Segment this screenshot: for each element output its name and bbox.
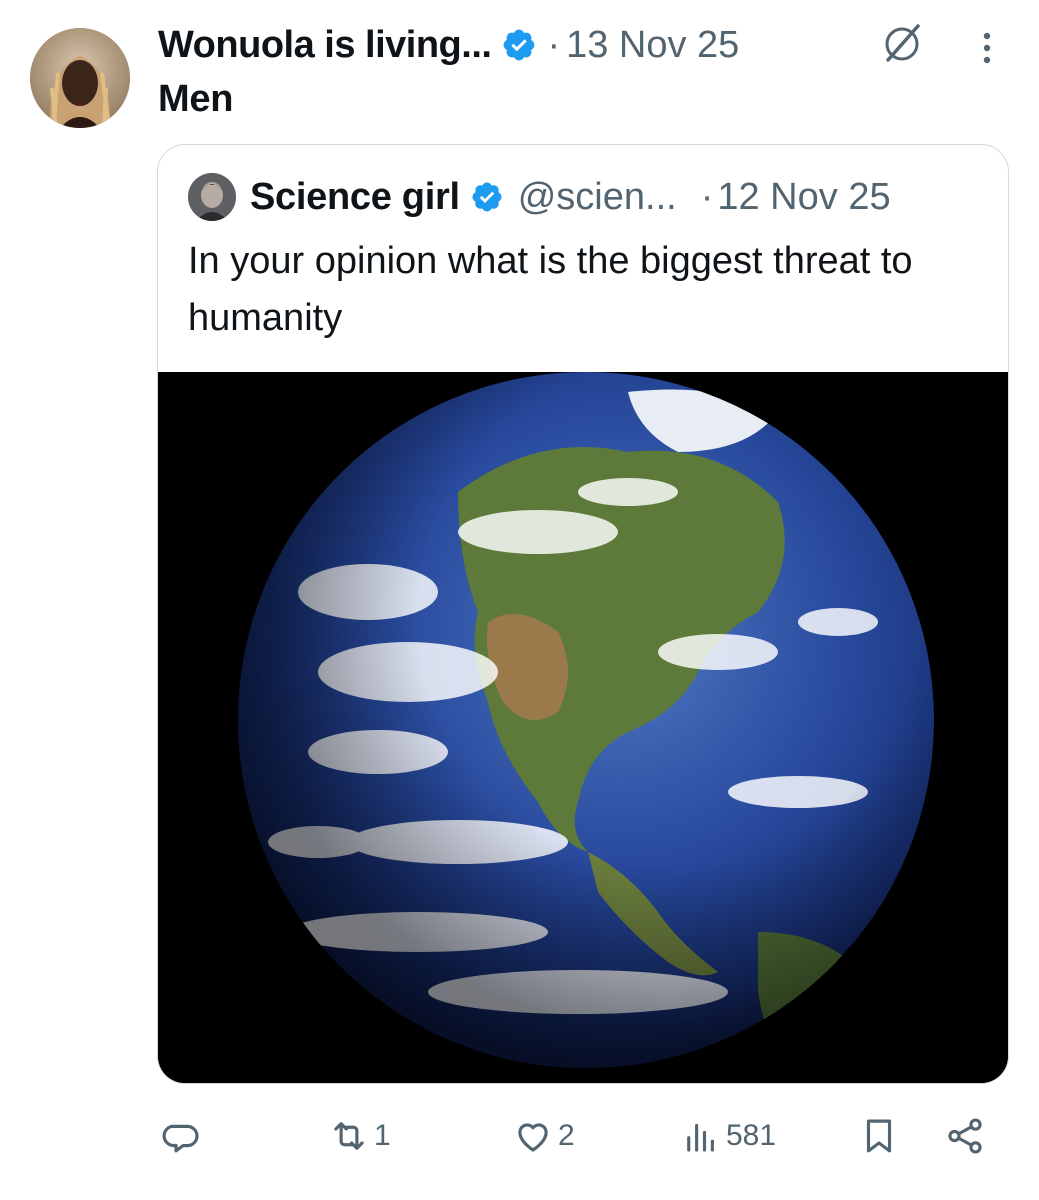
quoted-author-name[interactable]: Science girl bbox=[250, 176, 460, 219]
like-button[interactable]: 2 bbox=[512, 1114, 575, 1158]
heart-icon bbox=[512, 1115, 554, 1157]
views-icon bbox=[680, 1115, 722, 1157]
earth-from-space-image[interactable] bbox=[158, 372, 1008, 1083]
views-button[interactable]: 581 bbox=[680, 1114, 776, 1158]
bookmark-icon bbox=[858, 1115, 900, 1157]
quoted-author-handle[interactable]: @scien... bbox=[518, 176, 677, 219]
verified-badge-icon bbox=[470, 180, 504, 214]
tweet-text: Men bbox=[158, 78, 234, 120]
verified-badge-icon bbox=[501, 27, 537, 63]
quoted-tweet-header: Science girl @scien... · 12 Nov 25 bbox=[188, 173, 891, 221]
tweet-header: Wonuola is living... · 13 Nov 25 bbox=[158, 20, 739, 70]
quoted-header-separator: · bbox=[700, 175, 714, 218]
reply-button[interactable] bbox=[162, 1114, 208, 1158]
tweet-date[interactable]: 13 Nov 25 bbox=[566, 24, 739, 67]
reply-icon bbox=[162, 1115, 204, 1157]
tweet-action-bar: 1 2 581 bbox=[0, 1100, 1039, 1170]
repost-count: 1 bbox=[374, 1119, 391, 1152]
bookmark-button[interactable] bbox=[858, 1114, 900, 1158]
more-options-icon[interactable] bbox=[972, 28, 1002, 68]
author-name[interactable]: Wonuola is living... bbox=[158, 24, 492, 67]
share-icon bbox=[944, 1115, 986, 1157]
like-count: 2 bbox=[558, 1119, 575, 1152]
tweet[interactable]: Wonuola is living... · 13 Nov 25 Men Sci… bbox=[0, 0, 1039, 1200]
quoted-tweet-text: In your opinion what is the biggest thre… bbox=[188, 240, 913, 339]
share-button[interactable] bbox=[944, 1114, 986, 1158]
views-count: 581 bbox=[726, 1119, 777, 1152]
quoted-tweet-date[interactable]: 12 Nov 25 bbox=[717, 176, 890, 219]
grok-icon[interactable] bbox=[880, 22, 924, 66]
repost-button[interactable]: 1 bbox=[328, 1114, 391, 1158]
quoted-tweet[interactable]: Science girl @scien... · 12 Nov 25 In yo… bbox=[157, 144, 1009, 1084]
quoted-author-avatar[interactable] bbox=[188, 173, 236, 221]
author-avatar[interactable] bbox=[30, 28, 130, 128]
header-separator: · bbox=[547, 23, 561, 66]
repost-icon bbox=[328, 1115, 370, 1157]
